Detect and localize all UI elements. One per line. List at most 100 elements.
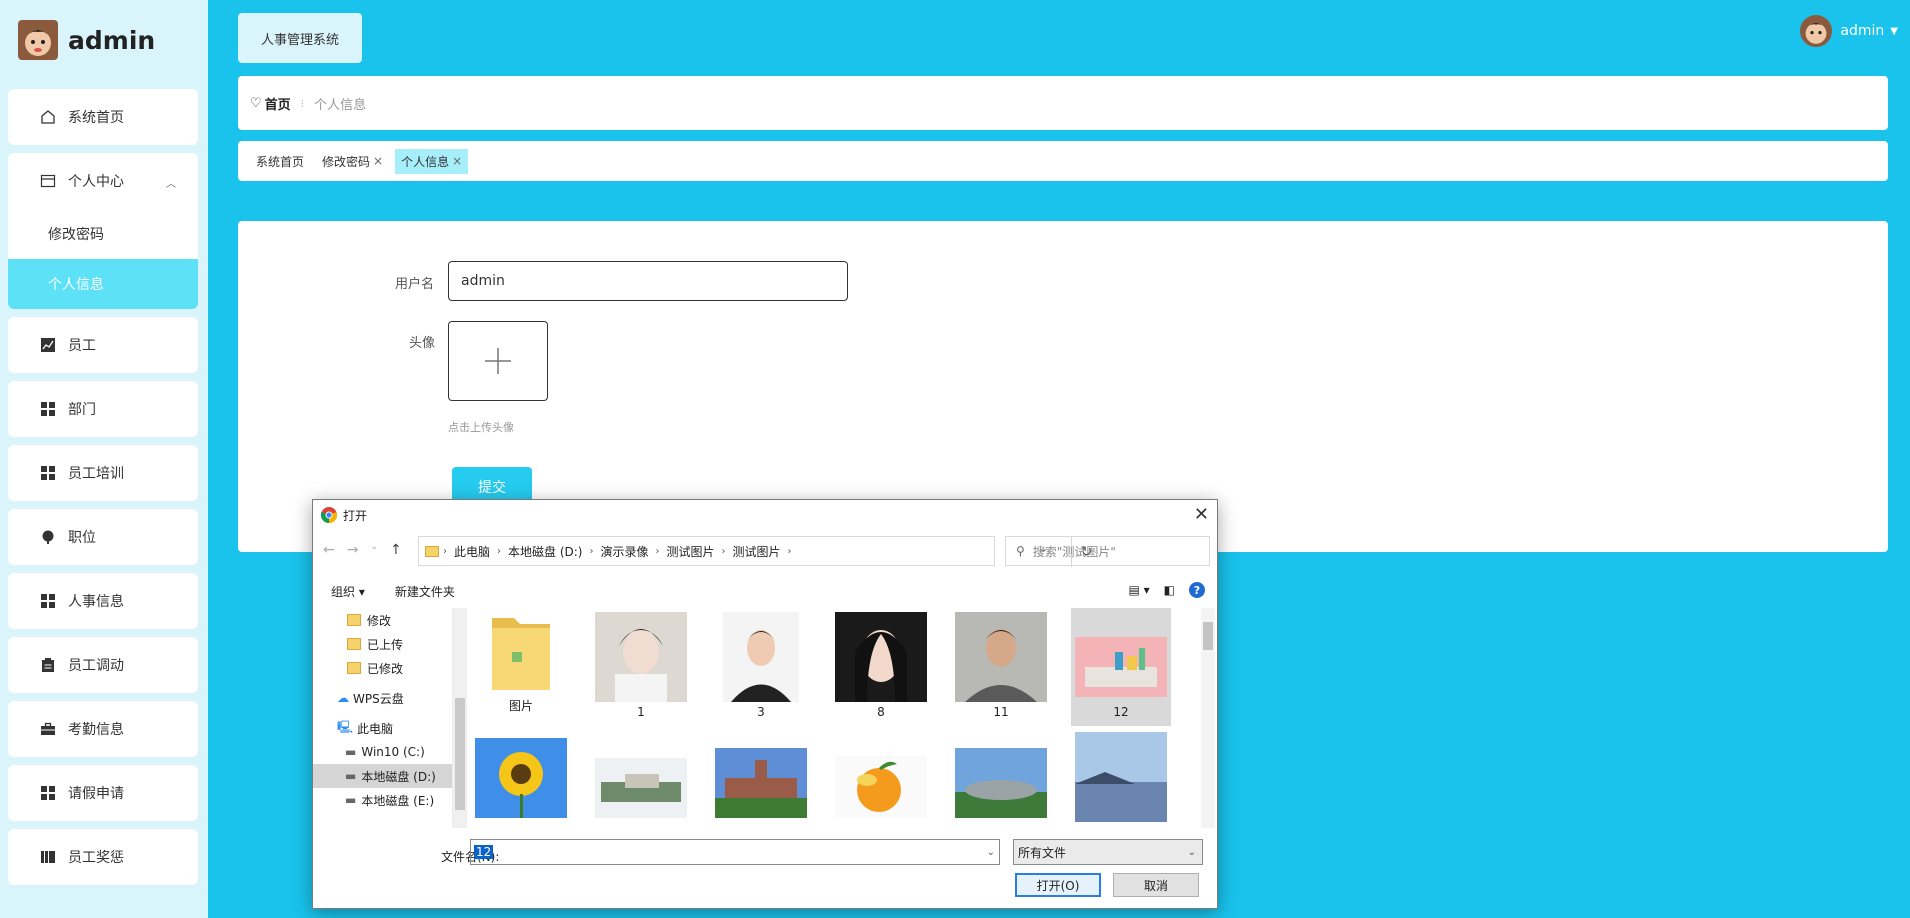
file-item[interactable] bbox=[951, 748, 1051, 821]
sidebar-item-label: 员工培训 bbox=[68, 466, 124, 482]
username-field[interactable]: admin bbox=[448, 261, 848, 301]
filetype-select[interactable]: 所有文件 ⌄ bbox=[1013, 839, 1203, 865]
clipboard-icon bbox=[40, 657, 56, 673]
sidebar-item-personal-center[interactable]: 个人中心 ︿ bbox=[8, 153, 198, 209]
sidebar-item-label: 个人中心 bbox=[68, 174, 124, 190]
tab-label: 系统首页 bbox=[256, 154, 305, 169]
file-item[interactable] bbox=[1071, 732, 1171, 825]
sidebar-item-employee[interactable]: 员工 bbox=[8, 317, 198, 373]
photo-thumbnail bbox=[955, 612, 1047, 702]
close-icon[interactable]: × bbox=[452, 154, 462, 168]
file-item[interactable] bbox=[711, 748, 811, 821]
computer-icon: 🖳 bbox=[337, 719, 354, 734]
filetype-value: 所有文件 bbox=[1018, 845, 1067, 860]
chevron-down-icon[interactable]: ⌄ bbox=[987, 847, 995, 858]
breadcrumb: ♡ 首页 ⁝ 个人信息 bbox=[238, 76, 1888, 130]
avatar bbox=[1800, 15, 1833, 47]
tree-item-label: 修改 bbox=[367, 613, 392, 628]
tree-item[interactable]: 已上传 bbox=[313, 632, 452, 656]
breadcrumb-home[interactable]: ♡ 首页 bbox=[250, 94, 291, 113]
folder-icon bbox=[347, 662, 361, 674]
file-item[interactable]: 3 bbox=[711, 612, 811, 719]
filename-input[interactable]: 12 ⌄ bbox=[470, 839, 1000, 865]
file-item[interactable]: 11 bbox=[951, 612, 1051, 719]
folder-tree: 修改 已上传 已修改 ☁ WPS云盘 🖳 此电脑 ▬ Win10 (C:) ▬ 本地磁盘… bbox=[313, 608, 453, 828]
breadcrumb-separator: ⁝ bbox=[300, 96, 305, 110]
organize-button[interactable]: 组织 ▾ bbox=[331, 583, 365, 600]
sidebar-item-department[interactable]: 部门 bbox=[8, 381, 198, 437]
avatar-upload[interactable] bbox=[448, 321, 548, 401]
tree-item[interactable]: 🖳 此电脑 bbox=[313, 716, 452, 740]
tree-item-label: 本地磁盘 (D:) bbox=[361, 769, 436, 784]
sidebar-item-rewards[interactable]: 员工奖惩 bbox=[8, 829, 198, 885]
file-open-dialog: 打开 ✕ ← → ⌄ ↑ › 此电脑 › 本地磁盘 (D:) › 演示录像 › … bbox=[312, 499, 1218, 909]
path-segment[interactable]: 此电脑 bbox=[454, 543, 490, 560]
file-item[interactable]: 8 bbox=[831, 612, 931, 719]
new-folder-button[interactable]: 新建文件夹 bbox=[395, 583, 455, 600]
search-input[interactable]: ⚲ 搜索"测试图片" bbox=[1005, 536, 1210, 566]
sidebar-group-personal: 个人中心 ︿ 修改密码 个人信息 bbox=[8, 153, 198, 309]
scroll-thumb[interactable] bbox=[455, 698, 465, 810]
path-segment[interactable]: 本地磁盘 (D:) bbox=[508, 543, 582, 560]
filename-value: 12 bbox=[474, 845, 494, 859]
recent-dropdown-icon[interactable]: ⌄ bbox=[370, 542, 378, 558]
tree-item[interactable]: 修改 bbox=[313, 608, 452, 632]
forward-arrow-icon[interactable]: → bbox=[347, 542, 359, 558]
sidebar-item-attendance[interactable]: 考勤信息 bbox=[8, 701, 198, 757]
path-segment[interactable]: 测试图片 bbox=[667, 543, 715, 560]
file-grid-scrollbar[interactable] bbox=[1201, 608, 1215, 828]
tree-item-selected[interactable]: ▬ 本地磁盘 (D:) bbox=[313, 764, 452, 788]
up-arrow-icon[interactable]: ↑ bbox=[390, 542, 402, 558]
grid-icon bbox=[40, 401, 56, 417]
tree-item[interactable]: ▬ Win10 (C:) bbox=[313, 740, 452, 764]
tab-home[interactable]: 系统首页 bbox=[250, 149, 310, 174]
help-icon[interactable]: ? bbox=[1189, 582, 1205, 598]
photo-thumbnail bbox=[1075, 637, 1167, 697]
tree-item-label: WPS云盘 bbox=[353, 691, 404, 706]
preview-pane-icon[interactable]: ◧ bbox=[1164, 583, 1175, 597]
chevron-up-icon: ︿ bbox=[166, 179, 176, 190]
file-item[interactable] bbox=[831, 756, 931, 821]
tree-scrollbar[interactable] bbox=[453, 608, 467, 828]
close-icon[interactable]: ✕ bbox=[1194, 504, 1209, 525]
path-segment[interactable]: 测试图片 bbox=[733, 543, 781, 560]
app-title-button[interactable]: 人事管理系统 bbox=[238, 13, 362, 63]
username-label: 用户名 bbox=[395, 277, 435, 292]
tab-personal-info[interactable]: 个人信息 × bbox=[395, 148, 469, 174]
drive-icon: ▬ bbox=[345, 745, 357, 759]
photo-thumbnail bbox=[835, 756, 927, 818]
sidebar-item-home[interactable]: 系统首页 bbox=[8, 89, 198, 145]
drive-icon: ▬ bbox=[345, 793, 357, 807]
path-segment[interactable]: 演示录像 bbox=[600, 543, 648, 560]
tab-change-password[interactable]: 修改密码 × bbox=[316, 149, 389, 174]
cancel-button[interactable]: 取消 bbox=[1113, 873, 1199, 897]
file-item[interactable]: 1 bbox=[591, 612, 691, 719]
file-item[interactable]: 图片 bbox=[471, 612, 571, 714]
sidebar-item-transfer[interactable]: 员工调动 bbox=[8, 637, 198, 693]
file-label: 11 bbox=[993, 705, 1009, 719]
sidebar-subitem-change-password[interactable]: 修改密码 bbox=[8, 209, 198, 259]
sidebar-item-hr-info[interactable]: 人事信息 bbox=[8, 573, 198, 629]
tree-item[interactable]: 已修改 bbox=[313, 656, 452, 680]
file-item[interactable] bbox=[471, 738, 571, 821]
sidebar-item-position[interactable]: 职位 bbox=[8, 509, 198, 565]
tree-item[interactable]: ▬ 本地磁盘 (E:) bbox=[313, 788, 452, 812]
chevron-right-icon: › bbox=[443, 545, 447, 557]
sidebar-item-training[interactable]: 员工培训 bbox=[8, 445, 198, 501]
close-icon[interactable]: × bbox=[373, 154, 383, 168]
file-item[interactable] bbox=[591, 758, 691, 821]
tree-item-label: Win10 (C:) bbox=[361, 745, 425, 759]
file-item-selected[interactable]: 12 bbox=[1071, 608, 1171, 726]
back-arrow-icon[interactable]: ← bbox=[323, 542, 335, 558]
view-mode-icon[interactable]: ▤ ▾ bbox=[1128, 583, 1149, 597]
chrome-icon bbox=[320, 507, 338, 524]
sidebar-subitem-personal-info[interactable]: 个人信息 bbox=[8, 259, 198, 309]
scroll-thumb[interactable] bbox=[1203, 622, 1213, 650]
brand: admin bbox=[18, 20, 155, 60]
user-menu[interactable]: admin ▼ bbox=[1800, 15, 1898, 47]
photo-thumbnail bbox=[723, 612, 799, 702]
open-button[interactable]: 打开(O) bbox=[1015, 873, 1101, 897]
tree-item[interactable]: ☁ WPS云盘 bbox=[313, 686, 452, 710]
sidebar-item-leave[interactable]: 请假申请 bbox=[8, 765, 198, 821]
address-bar[interactable]: › 此电脑 › 本地磁盘 (D:) › 演示录像 › 测试图片 › 测试图片 ›… bbox=[418, 536, 1092, 567]
